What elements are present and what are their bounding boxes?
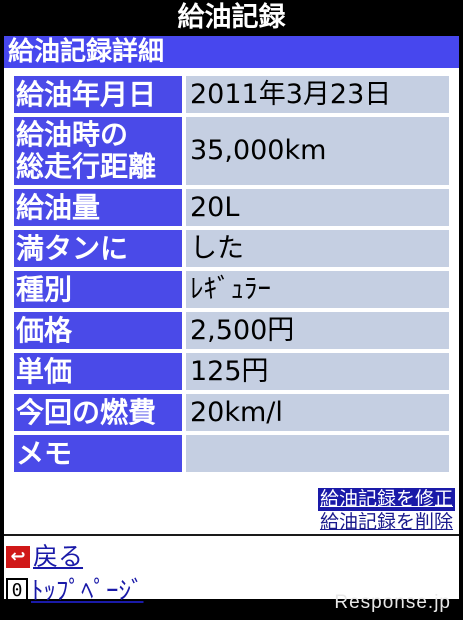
divider (4, 534, 459, 536)
table-row: 価格 2,500円 (14, 312, 449, 349)
edit-record-link[interactable]: 給油記録を修正 (317, 488, 455, 511)
field-label: メモ (14, 435, 182, 472)
field-label: 給油年月日 (14, 76, 182, 113)
content-area: 給油年月日 2011年3月23日 給油時の 総走行距離 35,000km 給油量… (4, 68, 459, 605)
field-label-line: 給油時の (16, 118, 129, 151)
field-value: 2011年3月23日 (186, 76, 449, 113)
table-row: 給油量 20L (14, 189, 449, 226)
field-label: 給油時の 総走行距離 (14, 117, 182, 185)
field-value: 2,500円 (186, 312, 449, 349)
table-row: メモ (14, 435, 449, 472)
table-row: 今回の燃費 20km/l (14, 394, 449, 431)
field-label: 給油量 (14, 189, 182, 226)
table-row: 満タンに した (14, 230, 449, 267)
field-value: 125円 (186, 353, 449, 390)
field-label: 今回の燃費 (14, 394, 182, 431)
field-value: ﾚｷﾞｭﾗｰ (186, 271, 449, 308)
record-table: 給油年月日 2011年3月23日 給油時の 総走行距離 35,000km 給油量… (14, 76, 449, 476)
field-label: 種別 (14, 271, 182, 308)
key-zero-icon: 0 (6, 578, 28, 604)
table-row: 給油時の 総走行距離 35,000km (14, 117, 449, 185)
back-arrow-icon: ↩ (6, 546, 30, 568)
table-row: 給油年月日 2011年3月23日 (14, 76, 449, 113)
back-item[interactable]: ↩ 戻る (6, 540, 144, 574)
field-label-line: 総走行距離 (16, 150, 157, 183)
watermark-logo: Response.jp (334, 592, 451, 613)
table-row: 単価 125円 (14, 353, 449, 390)
top-page-item[interactable]: 0 ﾄｯﾌﾟﾍﾟｰｼﾞ (6, 574, 144, 608)
field-label: 価格 (14, 312, 182, 349)
section-title: 給油記録詳細 (4, 36, 459, 68)
field-label: 単価 (14, 353, 182, 390)
field-value: 20L (186, 189, 449, 226)
delete-record-link[interactable]: 給油記録を削除 (318, 511, 455, 534)
field-value: 35,000km (186, 117, 449, 185)
field-value (186, 435, 449, 472)
phone-screen: 給油記録 給油記録詳細 給油年月日 2011年3月23日 給油時の 総走行距離 … (0, 0, 463, 620)
top-page-link[interactable]: ﾄｯﾌﾟﾍﾟｰｼﾞ (31, 576, 144, 606)
footer-nav: ↩ 戻る 0 ﾄｯﾌﾟﾍﾟｰｼﾞ (6, 540, 144, 608)
field-value: した (186, 230, 449, 267)
record-actions: 給油記録を修正 給油記録を削除 (317, 488, 455, 534)
table-row: 種別 ﾚｷﾞｭﾗｰ (14, 271, 449, 308)
back-link[interactable]: 戻る (33, 542, 83, 572)
page-title: 給油記録 (4, 0, 459, 36)
field-value: 20km/l (186, 394, 449, 431)
field-label: 満タンに (14, 230, 182, 267)
